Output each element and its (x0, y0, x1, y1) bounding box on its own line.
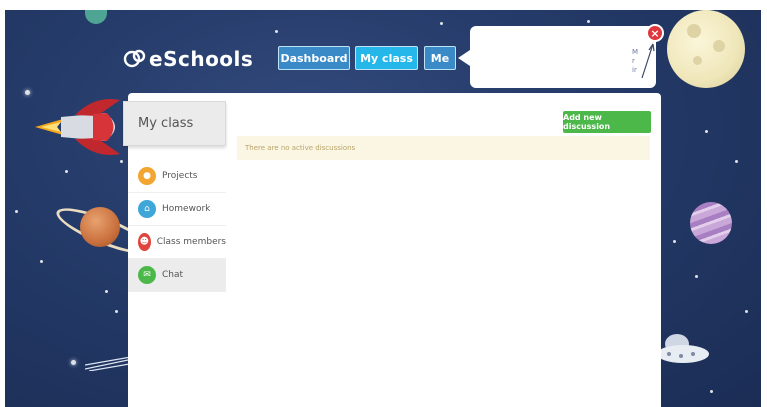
star-icon (15, 210, 18, 213)
sidebar-title: My class (123, 101, 226, 146)
rocket-icon (35, 99, 120, 155)
star-icon (105, 290, 108, 293)
cursor-icon (641, 43, 655, 79)
sidebar-item-label: Homework (162, 204, 211, 214)
planet-icon (80, 207, 120, 247)
people-icon: ☻ (138, 233, 151, 251)
popup-panel (470, 26, 656, 88)
popup-tail (458, 50, 470, 66)
nav-my-class-button[interactable]: My class (355, 46, 418, 70)
star-icon (695, 275, 698, 278)
star-icon (705, 130, 708, 133)
planet-icon (85, 10, 107, 24)
ufo-icon (657, 334, 709, 363)
chat-icon: ✉ (138, 266, 156, 284)
star-icon (275, 30, 278, 33)
star-icon (710, 390, 713, 393)
star-icon (65, 170, 68, 173)
star-icon (735, 160, 738, 163)
sidebar-item-label: Chat (162, 270, 184, 280)
nav-dashboard-button[interactable]: Dashboard (278, 46, 350, 70)
brand-name: eSchools (149, 47, 254, 71)
planet-icon (690, 202, 732, 244)
sidebar-item-label: Class members (156, 237, 226, 247)
sidebar-item-projects[interactable]: ● Projects (128, 160, 226, 193)
sidebar-item-class-members[interactable]: ☻ Class members (128, 226, 226, 259)
sidebar-item-chat[interactable]: ✉ Chat (128, 259, 226, 292)
popup-text: M r ir (632, 48, 639, 74)
star-icon (745, 310, 748, 313)
star-icon (25, 90, 30, 95)
home-icon: ⌂ (138, 200, 156, 218)
star-icon (440, 22, 443, 25)
star-icon (40, 260, 43, 263)
star-icon (115, 310, 118, 313)
brand-logo[interactable]: eSchools (123, 44, 253, 74)
eschools-logo-icon (123, 49, 146, 68)
sidebar-item-homework[interactable]: ⌂ Homework (128, 193, 226, 226)
no-discussions-notice: There are no active discussions (237, 136, 650, 160)
add-new-discussion-button[interactable]: Add new discussion (563, 111, 651, 133)
close-button[interactable]: × (646, 24, 664, 42)
star-icon (71, 360, 76, 365)
star-icon (120, 160, 123, 163)
sidebar-item-label: Projects (162, 171, 198, 181)
moon-icon (667, 10, 745, 88)
star-icon (673, 240, 676, 243)
star-icon (587, 20, 590, 23)
lightbulb-icon: ● (138, 167, 156, 185)
nav-me-button[interactable]: Me (424, 46, 456, 70)
